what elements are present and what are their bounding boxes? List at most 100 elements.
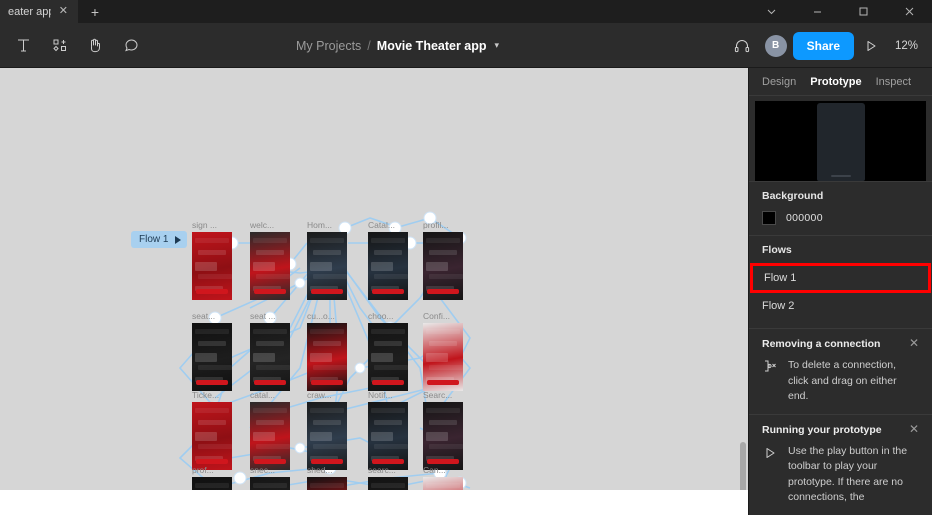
close-icon[interactable]: ✕ (909, 337, 919, 349)
frame-label[interactable]: welc... (250, 220, 294, 230)
canvas-frame[interactable]: Confi... (423, 311, 467, 391)
tab-inspect[interactable]: Inspect (876, 76, 911, 88)
canvas-frame[interactable]: Searc... (423, 390, 467, 470)
canvas-frame[interactable]: seat... (192, 311, 236, 391)
frame-label[interactable]: choo... (368, 311, 412, 321)
frame-thumbnail[interactable] (368, 232, 408, 300)
components-icon[interactable] (42, 30, 76, 60)
frame-content-block (195, 329, 229, 334)
frame-content-block (310, 483, 344, 488)
frame-label[interactable]: Can... (423, 465, 467, 475)
zoom-level[interactable]: 12% (888, 40, 924, 52)
canvas-frame[interactable]: cu...o... (307, 311, 351, 391)
frame-label[interactable]: searc... (368, 465, 412, 475)
flows-section-title: Flows (762, 244, 792, 257)
new-tab-button[interactable]: + (78, 0, 112, 23)
frame-label[interactable]: snec... (250, 465, 294, 475)
frame-label[interactable]: shed... (307, 465, 351, 475)
background-color-row[interactable]: 000000 (762, 211, 919, 226)
frame-label[interactable]: seat... (192, 311, 236, 321)
canvas-frame[interactable]: sign ... (192, 220, 236, 300)
frame-thumbnail[interactable] (192, 323, 232, 391)
canvas-frame[interactable]: catal... (250, 390, 294, 470)
frame-thumbnail[interactable] (250, 232, 290, 300)
frame-content-block (195, 483, 229, 488)
close-icon[interactable]: ✕ (59, 6, 68, 17)
frame-thumbnail[interactable] (307, 402, 347, 470)
frame-thumbnail[interactable] (423, 232, 463, 300)
canvas-frame[interactable]: Notif... (368, 390, 412, 470)
frame-label[interactable]: craw... (307, 390, 351, 400)
share-button[interactable]: Share (792, 31, 854, 60)
frame-content-block (195, 432, 217, 441)
color-swatch[interactable] (762, 211, 776, 226)
breadcrumb: My Projects / Movie Theater app ▾ (296, 23, 499, 68)
frame-thumbnail[interactable] (368, 402, 408, 470)
canvas[interactable]: Flow 1 sign ... welc... Hom... Catal... prof… (0, 68, 748, 515)
frame-content-block (371, 483, 405, 488)
frame-thumbnail[interactable] (307, 232, 347, 300)
frame-content-block (198, 274, 232, 279)
flow-item-2[interactable]: Flow 2 (749, 292, 932, 320)
frame-thumbnail[interactable] (192, 402, 232, 470)
frame-content-block (313, 444, 347, 449)
minimize-icon[interactable] (794, 0, 840, 23)
frame-thumbnail[interactable] (423, 323, 463, 391)
frame-label[interactable]: sign ... (192, 220, 236, 230)
text-icon[interactable] (6, 30, 40, 60)
frame-label[interactable]: cu...o... (307, 311, 351, 321)
frame-content-block (371, 262, 393, 271)
chevron-down-icon[interactable]: ▾ (495, 40, 500, 51)
browser-tab[interactable]: eater app ✕ (0, 0, 78, 23)
maximize-icon[interactable] (840, 0, 886, 23)
play-icon[interactable] (854, 31, 888, 61)
flow-badge[interactable]: Flow 1 (131, 231, 188, 248)
frame-label[interactable]: catal... (250, 390, 294, 400)
frame-label[interactable]: Searc... (423, 390, 467, 400)
canvas-frame[interactable]: Catal... (368, 220, 412, 300)
frame-thumbnail[interactable] (250, 402, 290, 470)
frame-label[interactable]: Hom... (307, 220, 351, 230)
chevron-down-icon[interactable] (748, 0, 794, 23)
canvas-frame[interactable]: craw... (307, 390, 351, 470)
frame-label[interactable]: Ticke... (192, 390, 236, 400)
frame-thumbnail[interactable] (368, 323, 408, 391)
play-icon[interactable] (175, 235, 182, 244)
frame-content-block (374, 341, 402, 346)
frame-thumbnail[interactable] (423, 402, 463, 470)
canvas-frame[interactable]: Ticke... (192, 390, 236, 470)
frame-label[interactable]: seat ... (250, 311, 294, 321)
comment-icon[interactable] (114, 30, 148, 60)
frame-label[interactable]: prof... (192, 465, 236, 475)
tab-design[interactable]: Design (762, 76, 796, 88)
frame-label[interactable]: Confi... (423, 311, 467, 321)
frame-accent-block (196, 459, 228, 464)
device-preview[interactable] (755, 101, 926, 182)
canvas-frame[interactable]: welc... (250, 220, 294, 300)
close-icon[interactable] (886, 0, 932, 23)
tab-prototype[interactable]: Prototype (810, 76, 861, 88)
figma-window: eater app ✕ + My Projects / Movie Theate… (0, 0, 932, 515)
frame-label[interactable]: profil... (423, 220, 467, 230)
canvas-frame[interactable]: Hom... (307, 220, 351, 300)
canvas-frame[interactable]: profil... (423, 220, 467, 300)
headphones-icon[interactable] (725, 31, 759, 61)
breadcrumb-project[interactable]: My Projects (296, 39, 361, 53)
frame-thumbnail[interactable] (192, 232, 232, 300)
background-hex-value[interactable]: 000000 (786, 212, 823, 224)
frame-content-block (253, 238, 287, 243)
canvas-frame[interactable]: seat ... (250, 311, 294, 391)
frame-thumbnail[interactable] (307, 323, 347, 391)
frame-label[interactable]: Catal... (368, 220, 412, 230)
breadcrumb-file[interactable]: Movie Theater app (377, 39, 487, 53)
hand-icon[interactable] (78, 30, 112, 60)
flows-list: Flow 1 Flow 2 (749, 263, 932, 320)
frame-thumbnail[interactable] (250, 323, 290, 391)
canvas-frame[interactable]: choo... (368, 311, 412, 391)
frame-accent-block (427, 380, 459, 385)
close-icon[interactable]: ✕ (909, 423, 919, 435)
avatar[interactable]: B (764, 34, 787, 57)
flow-item-1[interactable]: Flow 1 (750, 263, 931, 294)
frame-content-block (256, 341, 284, 346)
frame-label[interactable]: Notif... (368, 390, 412, 400)
